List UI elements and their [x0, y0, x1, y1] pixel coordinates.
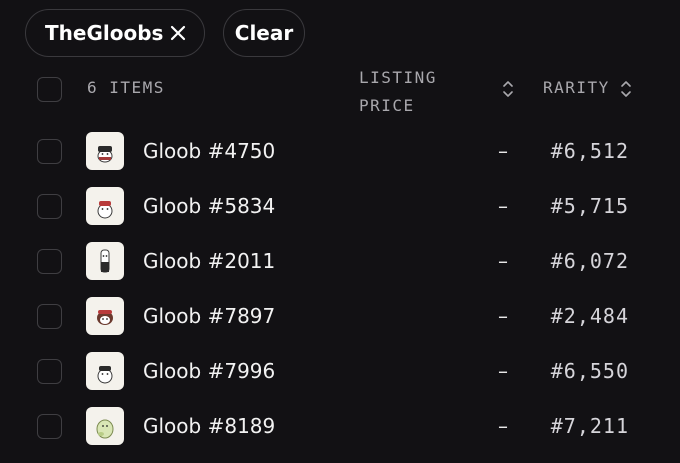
item-price: –	[498, 304, 508, 328]
clear-filters-button[interactable]: Clear	[223, 9, 305, 57]
close-icon[interactable]	[170, 25, 186, 41]
item-row[interactable]: Gloob #2011 – #6,072	[0, 233, 680, 288]
item-row[interactable]: Gloob #7996 – #6,550	[0, 343, 680, 398]
collection-filter-label: TheGloobs	[45, 21, 164, 45]
item-checkbox[interactable]	[37, 249, 62, 274]
item-name[interactable]: Gloob #5834	[143, 194, 275, 218]
item-row[interactable]: Gloob #5834 – #5,715	[0, 178, 680, 233]
item-thumbnail	[86, 352, 124, 390]
item-thumbnail	[86, 132, 124, 170]
items-count: 6 ITEMS	[87, 78, 165, 97]
item-row[interactable]: Gloob #4750 – #6,512	[0, 123, 680, 178]
item-price: –	[498, 139, 508, 163]
item-rarity: #5,715	[550, 194, 629, 218]
item-rarity: #7,211	[550, 414, 629, 438]
item-row[interactable]: Gloob #8189 – #7,211	[0, 398, 680, 453]
item-price: –	[498, 359, 508, 383]
collection-filter-chip[interactable]: TheGloobs	[25, 9, 205, 57]
item-checkbox[interactable]	[37, 414, 62, 439]
listing-price-header[interactable]: LISTING PRICE	[359, 64, 479, 120]
item-price: –	[498, 194, 508, 218]
item-checkbox[interactable]	[37, 359, 62, 384]
sort-listing-price-icon[interactable]	[502, 80, 514, 98]
listing-price-header-line1: LISTING	[359, 68, 437, 87]
item-name[interactable]: Gloob #2011	[143, 249, 275, 273]
item-row[interactable]: Gloob #7897 – #2,484	[0, 288, 680, 343]
item-name[interactable]: Gloob #4750	[143, 139, 275, 163]
item-rarity: #6,512	[550, 139, 629, 163]
item-price: –	[498, 249, 508, 273]
item-thumbnail	[86, 407, 124, 445]
item-rarity: #2,484	[550, 304, 629, 328]
item-checkbox[interactable]	[37, 304, 62, 329]
item-checkbox[interactable]	[37, 194, 62, 219]
gloob-icon	[97, 310, 113, 325]
item-thumbnail	[86, 242, 124, 280]
item-name[interactable]: Gloob #8189	[143, 414, 275, 438]
gloob-icon	[97, 201, 113, 219]
item-name[interactable]: Gloob #7897	[143, 304, 275, 328]
item-checkbox[interactable]	[37, 139, 62, 164]
item-thumbnail	[86, 297, 124, 335]
clear-filters-label: Clear	[234, 21, 294, 45]
sort-rarity-icon[interactable]	[620, 80, 632, 98]
item-rarity: #6,550	[550, 359, 629, 383]
items-page: TheGloobs Clear 6 ITEMS LISTING PRICE RA…	[0, 0, 680, 463]
listing-price-header-line2: PRICE	[359, 96, 415, 115]
item-price: –	[498, 414, 508, 438]
item-thumbnail	[86, 187, 124, 225]
item-rarity: #6,072	[550, 249, 629, 273]
gloob-icon	[96, 419, 114, 439]
gloob-icon	[97, 146, 113, 163]
gloob-icon	[100, 249, 110, 273]
item-name[interactable]: Gloob #7996	[143, 359, 275, 383]
select-all-checkbox[interactable]	[37, 77, 62, 102]
gloob-icon	[97, 366, 113, 384]
rarity-header[interactable]: RARITY	[543, 78, 610, 97]
